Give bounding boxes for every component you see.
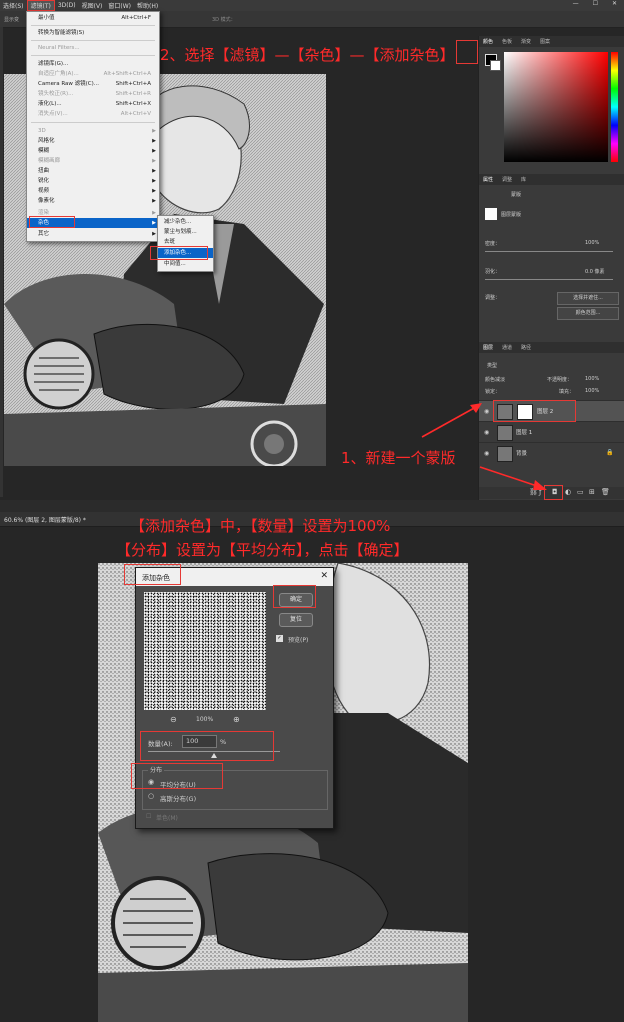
menu-select[interactable]: 选择(S) bbox=[0, 1, 27, 10]
preview-checkbox[interactable]: ✓ bbox=[276, 635, 283, 642]
submenu-item-reduce-noise[interactable]: 减少杂色... bbox=[158, 217, 213, 227]
menu-item-3d: 3D ▶ bbox=[38, 128, 156, 134]
annotation-step3-line1: 【添加杂色】中，【数量】设置为100% bbox=[130, 517, 391, 535]
highlight-noise bbox=[29, 216, 75, 228]
layers-panel-tabs: 图层 通道 路径 bbox=[479, 342, 624, 353]
close-icon[interactable]: ✕ bbox=[609, 0, 620, 7]
submenu-item-median[interactable]: 中间值... bbox=[158, 259, 213, 269]
tab-patterns[interactable]: 图案 bbox=[540, 38, 550, 45]
highlight-ok bbox=[273, 585, 316, 608]
maximize-icon[interactable]: ☐ bbox=[590, 0, 601, 7]
menu-window[interactable]: 窗口(W) bbox=[105, 1, 134, 10]
opacity-value[interactable]: 100% bbox=[585, 376, 599, 382]
feather-value[interactable]: 0.0 像素 bbox=[585, 268, 605, 275]
menu-3d[interactable]: 3D(D) bbox=[55, 2, 79, 9]
menu-item-neural-filters: Neural Filters... bbox=[38, 45, 80, 51]
zoom-in-icon[interactable]: ⊕ bbox=[233, 715, 240, 724]
annotation-step3-line2: 【分布】设置为【平均分布】，点击【确定】 bbox=[116, 541, 409, 559]
close-icon[interactable]: ✕ bbox=[320, 571, 328, 581]
feather-label: 羽化： bbox=[485, 269, 501, 275]
preview-window[interactable] bbox=[144, 592, 266, 710]
fill-label: 填充： bbox=[559, 389, 575, 395]
tab-channels[interactable]: 通道 bbox=[502, 344, 512, 351]
menu-item-distort[interactable]: 扭曲 ▶ bbox=[27, 166, 159, 176]
menu-item-other[interactable]: 其它 ▶ bbox=[27, 229, 159, 239]
menu-item-stylize[interactable]: 风格化 ▶ bbox=[27, 136, 159, 146]
menu-item-blur[interactable]: 模糊 ▶ bbox=[27, 146, 159, 156]
menu-item-blur-gallery: 模糊画廊 ▶ bbox=[38, 158, 156, 164]
tab-libraries[interactable]: 库 bbox=[521, 176, 526, 183]
reset-button[interactable]: 复位 bbox=[279, 613, 313, 627]
monochrome-checkbox[interactable]: ☐ bbox=[146, 813, 151, 820]
tab-color[interactable]: 颜色 bbox=[483, 38, 493, 45]
annotation-step2-box bbox=[456, 40, 478, 64]
highlight-dialog-title bbox=[124, 564, 181, 585]
toolbar-strip bbox=[0, 27, 3, 497]
menu-item-sharpen[interactable]: 锐化 ▶ bbox=[27, 176, 159, 186]
highlight-uniform bbox=[131, 763, 223, 789]
zoom-level: 100% bbox=[196, 716, 214, 723]
menu-bar: 选择(S) 滤镜(T) 3D(D) 视图(V) 窗口(W) 帮助(H) — ☐ … bbox=[0, 0, 624, 11]
annotation-arrows bbox=[421, 403, 547, 490]
gaussian-label: 高斯分布(G) bbox=[160, 795, 197, 803]
highlight-add-noise bbox=[150, 246, 208, 260]
preview-label: 预览(P) bbox=[288, 637, 309, 644]
background-swatch[interactable] bbox=[490, 60, 501, 71]
window-controls: — ☐ ✕ bbox=[570, 0, 620, 7]
tab-layers[interactable]: 图层 bbox=[483, 344, 493, 351]
filter-menu: 最小值 Alt+Ctrl+F 转换为智能滤镜(S) Neural Filters.… bbox=[26, 11, 160, 242]
mask-label: 蒙版 bbox=[511, 192, 522, 198]
density-slider[interactable] bbox=[485, 251, 613, 252]
menu-item-minimum[interactable]: 最小值 Alt+Ctrl+F bbox=[27, 13, 159, 23]
tab-paths[interactable]: 路径 bbox=[521, 344, 531, 351]
menu-item-convert-smart-filter[interactable]: 转换为智能滤镜(S) bbox=[27, 28, 159, 38]
submenu-item-dust-scratches[interactable]: 蒙尘与划痕... bbox=[158, 227, 213, 237]
density-label: 密度： bbox=[485, 241, 501, 247]
menu-item-camera-raw[interactable]: Camera Raw 滤镜(C)... Shift+Ctrl+A bbox=[27, 79, 159, 89]
opacity-label: 不透明度： bbox=[547, 377, 573, 383]
color-picker-field[interactable] bbox=[504, 52, 608, 162]
density-value[interactable]: 100% bbox=[585, 240, 599, 246]
menu-item-filter-gallery[interactable]: 滤镜库(G)... bbox=[27, 59, 159, 69]
menu-item-pixelate[interactable]: 像素化 ▶ bbox=[27, 196, 159, 206]
select-and-mask-button[interactable]: 选择并遮住... bbox=[557, 292, 619, 305]
layer-mask-label: 图层蒙版 bbox=[501, 212, 522, 218]
menu-item-video[interactable]: 视频 ▶ bbox=[27, 186, 159, 196]
blend-mode-select[interactable]: 颜色减淡 bbox=[485, 376, 505, 383]
color-range-button[interactable]: 颜色范围... bbox=[557, 307, 619, 320]
photoshop-window-top: 选择(S) 滤镜(T) 3D(D) 视图(V) 窗口(W) 帮助(H) — ☐ … bbox=[0, 0, 624, 500]
document-tab-title[interactable]: 60.6% (图层 2, 图层蒙版/8) * bbox=[4, 515, 86, 524]
hue-slider[interactable] bbox=[611, 52, 618, 162]
monochrome-label: 单色(M) bbox=[156, 815, 178, 822]
3d-mode-label: 3D 模式： bbox=[212, 17, 236, 23]
gaussian-radio[interactable]: ○ bbox=[148, 792, 154, 800]
highlight-amount bbox=[140, 731, 274, 761]
adjust-label: 调整： bbox=[485, 295, 501, 301]
menu-filter[interactable]: 滤镜(T) bbox=[26, 0, 55, 11]
menu-item-liquify[interactable]: 液化(L)... Shift+Ctrl+X bbox=[27, 99, 159, 109]
tab-gradients[interactable]: 渐变 bbox=[521, 38, 531, 45]
minimize-icon[interactable]: — bbox=[570, 0, 582, 7]
zoom-out-icon[interactable]: ⊖ bbox=[170, 715, 177, 724]
menu-view[interactable]: 视图(V) bbox=[79, 1, 106, 10]
mask-thumbnail bbox=[485, 208, 497, 220]
fill-value[interactable]: 100% bbox=[585, 388, 599, 394]
tab-swatches[interactable]: 色板 bbox=[502, 38, 512, 45]
properties-tabs: 属性 调整 库 bbox=[479, 174, 624, 185]
layer-kind-filter[interactable]: 类型 bbox=[487, 362, 497, 369]
feather-slider[interactable] bbox=[485, 279, 613, 280]
lock-label: 锁定： bbox=[485, 389, 501, 395]
noise-submenu: 减少杂色... 蒙尘与划痕... 去斑 添加杂色... 中间值... bbox=[157, 215, 214, 272]
annotation-step2: 2、选择【滤镜】—【杂色】—【添加杂色】 bbox=[160, 46, 455, 64]
menu-help[interactable]: 帮助(H) bbox=[134, 1, 161, 10]
color-panel-tabs: 颜色 色板 渐变 图案 bbox=[479, 36, 624, 47]
tab-adjustments[interactable]: 调整 bbox=[502, 176, 512, 183]
menu-item-lens-correction: 镜头校正(R)... Shift+Ctrl+R bbox=[38, 91, 151, 97]
tab-properties[interactable]: 属性 bbox=[483, 176, 493, 183]
menu-item-vanishing-point: 消失点(V)... Alt+Ctrl+V bbox=[38, 111, 151, 117]
show-transform-label: 显示变 bbox=[4, 17, 20, 23]
menu-item-adaptive-wide-angle: 自适应广角(A)... Alt+Shift+Ctrl+A bbox=[38, 71, 151, 77]
